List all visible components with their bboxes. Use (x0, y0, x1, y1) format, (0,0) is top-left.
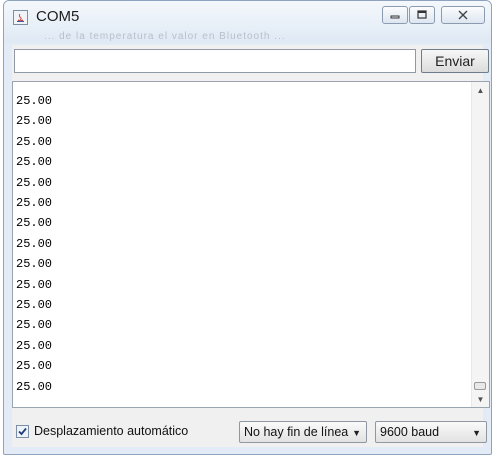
serial-output-line: 25.00 (16, 94, 53, 108)
maximize-button[interactable] (409, 6, 435, 24)
close-button[interactable] (441, 6, 485, 24)
autoscroll-toggle[interactable]: Desplazamiento automático (16, 424, 188, 438)
send-input[interactable] (14, 49, 416, 73)
client-area: Enviar 25.00 25.00 25.00 25.00 25.00 25.00 25.… (12, 45, 490, 449)
send-button[interactable]: Enviar (421, 49, 489, 73)
send-row: Enviar (12, 49, 489, 75)
serial-output-line: 25.00 (16, 257, 53, 272)
serial-output-line: 25.00 (16, 175, 53, 190)
baud-rate-value: 9600 baud (380, 425, 440, 439)
autoscroll-checkbox[interactable] (16, 424, 29, 438)
serial-output-line: 25.00 (16, 216, 53, 231)
line-ending-select[interactable]: No hay fin de línea ▼ (239, 421, 367, 443)
title-bar[interactable]: COM5 ... de la temperatura el valor en B… (4, 1, 491, 43)
serial-output-line: 25.00 (16, 196, 53, 211)
scrollbar-thumb[interactable] (474, 382, 486, 390)
scroll-up-icon[interactable]: ▲ (472, 82, 489, 98)
serial-output-line: 25.00 (16, 359, 53, 374)
chevron-down-icon: ▼ (352, 428, 361, 438)
line-ending-value: No hay fin de línea (244, 425, 349, 439)
serial-output-line: 25.00 (16, 298, 53, 313)
window-title: COM5 (36, 8, 80, 25)
minimize-button[interactable] (382, 6, 408, 24)
check-icon (18, 427, 27, 435)
close-icon (442, 7, 484, 23)
autoscroll-label: Desplazamiento automático (34, 424, 189, 438)
serial-monitor-window: COM5 ... de la temperatura el valor en B… (3, 0, 492, 455)
serial-output-line: 25.00 (16, 155, 53, 170)
chevron-down-icon: ▼ (472, 428, 481, 438)
serial-output-line: 25.00 (16, 114, 53, 129)
serial-output-line: 25.00 (16, 236, 53, 251)
java-app-icon (13, 10, 28, 25)
baud-rate-select[interactable]: 9600 baud ▼ (375, 421, 487, 443)
serial-output-line: 25.00 (16, 318, 53, 333)
serial-output-line: 25.00 (16, 338, 53, 353)
background-blurred-text: ... de la temperatura el valor en Blueto… (44, 31, 286, 41)
vertical-scrollbar[interactable]: ▲ ▼ (471, 82, 489, 407)
serial-output-line: 25.00 (16, 277, 53, 292)
scroll-down-icon[interactable]: ▼ (472, 391, 489, 407)
footer-bar: Desplazamiento automático No hay fin de … (12, 414, 487, 449)
serial-output-line: 25.00 (16, 379, 53, 394)
window-controls (381, 6, 485, 26)
maximize-icon (410, 7, 434, 23)
serial-output-line: 25.00 (16, 134, 53, 149)
serial-output-area[interactable]: 25.00 25.00 25.00 25.00 25.00 25.00 25.00 25.00… (12, 81, 490, 408)
serial-output-lines: 25.00 25.00 25.00 25.00 25.00 25.00 25.00 25.00… (16, 91, 52, 397)
minimize-icon (383, 7, 407, 23)
